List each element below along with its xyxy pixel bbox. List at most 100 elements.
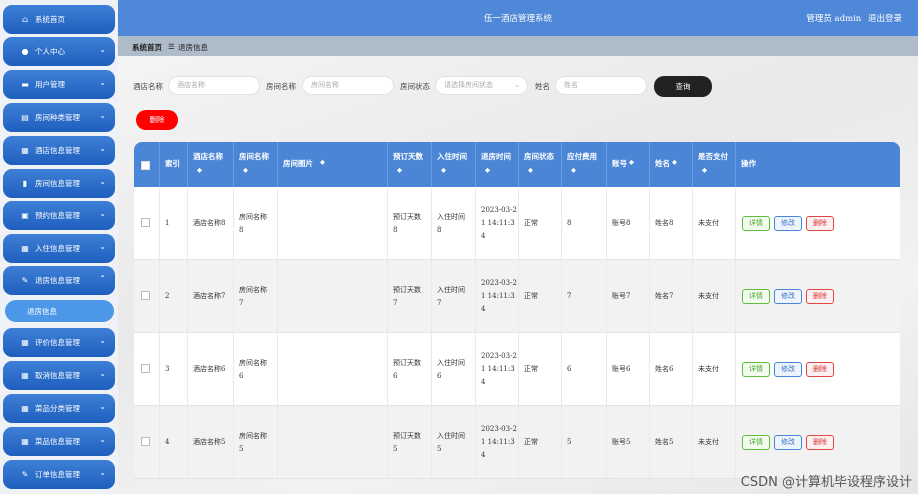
delete-button[interactable]: 删除 (136, 110, 178, 130)
status-label: 房间状态 (400, 82, 430, 91)
sidebar-item-label: 订单信息管理 (35, 470, 80, 479)
sidebar-item-reservations[interactable]: ▣ 预约信息管理 ⌄ (3, 201, 115, 230)
cell-hotel: 酒店名称5 (193, 438, 226, 446)
col-room[interactable]: 房间名称 ◆ (234, 142, 278, 187)
cell-days: 预订天数 (393, 286, 421, 294)
sidebar-item-checkout[interactable]: ✎ 退房信息管理 ⌃ (3, 266, 115, 295)
grid-icon: ▦ (21, 404, 29, 413)
cell-index: 3 (165, 365, 170, 373)
sidebar-item-cancellations[interactable]: ▦ 取消信息管理 ⌄ (3, 361, 115, 390)
cell-paid: 未支付 (698, 365, 719, 373)
name-input[interactable]: 姓名 (555, 76, 647, 95)
col-name[interactable]: 姓名 ◆ (650, 142, 693, 187)
cell-checkout: 2023-03-2 (481, 352, 517, 360)
sidebar-item-personal[interactable]: ● 个人中心 ⌄ (3, 37, 115, 66)
sidebar-item-dishes[interactable]: ▦ 菜品信息管理 ⌄ (3, 427, 115, 456)
cell-status: 正常 (524, 438, 538, 446)
table-row: 4 酒店名称5 房间名称 5 预订天数 5 入住时间 5 2023-03-2 1 14:… (134, 406, 900, 479)
sidebar-item-users[interactable]: ▬ 用户管理 ⌄ (3, 70, 115, 99)
cell-name: 姓名5 (655, 438, 674, 446)
col-paid[interactable]: 是否支付 ◆ (693, 142, 736, 187)
cell-days: 预订天数 (393, 213, 421, 221)
cell-checkin: 入住时间 (437, 432, 465, 440)
room-input[interactable]: 房间名称 (302, 76, 394, 95)
status-placeholder: 请选择房间状态 (444, 81, 493, 89)
edit-button[interactable]: 修改 (774, 216, 802, 231)
sidebar-item-hotels[interactable]: ▦ 酒店信息管理 ⌄ (3, 136, 115, 165)
edit-button[interactable]: 修改 (774, 435, 802, 450)
chevron-down-icon: ⌄ (99, 144, 106, 153)
room-label: 房间名称 (266, 82, 296, 91)
table-row: 2 酒店名称7 房间名称 7 预订天数 7 入住时间 7 2023-03-2 1 14:… (134, 260, 900, 333)
sidebar-item-label: 房间信息管理 (35, 179, 80, 188)
col-days[interactable]: 预订天数 ◆ (388, 142, 432, 187)
grid-icon: ▦ (21, 338, 29, 347)
delete-row-button[interactable]: 删除 (806, 289, 834, 304)
row-checkbox[interactable] (141, 218, 150, 227)
sort-icon: ◆ (441, 166, 446, 174)
cell-status: 正常 (524, 219, 538, 227)
col-fee[interactable]: 应付费用 ◆ (562, 142, 607, 187)
sidebar-item-room-types[interactable]: ▤ 房间种类管理 ⌄ (3, 103, 115, 132)
col-checkin[interactable]: 入住时间 ◆ (432, 142, 476, 187)
sidebar-item-reviews[interactable]: ▦ 评价信息管理 ⌄ (3, 328, 115, 357)
chevron-down-icon: ⌄ (99, 242, 106, 251)
sidebar-item-label: 用户管理 (35, 80, 65, 89)
row-checkbox[interactable] (141, 291, 150, 300)
edit-icon: ✎ (21, 470, 29, 479)
hotel-label: 酒店名称 (133, 82, 163, 91)
cell-fee: 5 (567, 438, 572, 446)
col-hotel[interactable]: 酒店名称 ◆ (188, 142, 234, 187)
sidebar-item-rooms[interactable]: ▮ 房间信息管理 ⌄ (3, 169, 115, 198)
sidebar-item-home[interactable]: ⌂ 系统首页 (3, 5, 115, 34)
hotel-input[interactable]: 酒店名称 (168, 76, 260, 95)
briefcase-icon: ▬ (21, 80, 29, 89)
col-room-image[interactable]: 房间图片 ◆ (278, 142, 388, 187)
delete-row-button[interactable]: 删除 (806, 216, 834, 231)
detail-button[interactable]: 详情 (742, 435, 770, 450)
col-status[interactable]: 房间状态 ◆ (519, 142, 562, 187)
cell-account: 账号6 (612, 365, 631, 373)
detail-button[interactable]: 详情 (742, 289, 770, 304)
name-label: 姓名 (535, 82, 550, 91)
sidebar-item-orders[interactable]: ✎ 订单信息管理 ⌄ (3, 460, 115, 489)
sort-icon: ◆ (485, 166, 490, 174)
cell-hotel: 酒店名称8 (193, 219, 226, 227)
col-checkout[interactable]: 退房时间 ◆ (476, 142, 519, 187)
delete-row-button[interactable]: 删除 (806, 435, 834, 450)
grid-icon: ▦ (21, 437, 29, 446)
sidebar-item-checkin[interactable]: ▦ 入住信息管理 ⌄ (3, 234, 115, 263)
logout-link[interactable]: 退出登录 (868, 14, 902, 24)
cell-fee: 8 (567, 219, 572, 227)
cell-status: 正常 (524, 365, 538, 373)
cell-name: 姓名8 (655, 219, 674, 227)
sidebar-item-dish-categories[interactable]: ▦ 菜品分类管理 ⌄ (3, 394, 115, 423)
col-account[interactable]: 账号 ◆ (607, 142, 650, 187)
detail-button[interactable]: 详情 (742, 362, 770, 377)
search-button[interactable]: 查询 (654, 76, 712, 97)
checkbox-icon (141, 161, 150, 170)
cell-index: 4 (165, 438, 170, 446)
select-all-checkbox[interactable] (134, 142, 160, 187)
delete-row-button[interactable]: 删除 (806, 362, 834, 377)
chevron-down-icon: ⌄ (99, 402, 106, 411)
person-icon: ● (21, 47, 29, 56)
detail-button[interactable]: 详情 (742, 216, 770, 231)
edit-button[interactable]: 修改 (774, 289, 802, 304)
chevron-down-icon: ⌄ (99, 369, 106, 378)
row-checkbox[interactable] (141, 437, 150, 446)
top-bar: 伍一酒店管理系统 管理员 admin 退出登录 (118, 0, 918, 36)
cell-room-image (278, 333, 388, 405)
chevron-down-icon: ⌄ (99, 45, 106, 54)
cell-room: 房间名称 (239, 213, 267, 221)
sidebar-subitem-checkout-info[interactable]: 退房信息 (5, 300, 114, 322)
sort-icon: ◆ (528, 166, 533, 174)
breadcrumb-home[interactable]: 系统首页 (132, 42, 162, 53)
edit-button[interactable]: 修改 (774, 362, 802, 377)
status-select[interactable]: 请选择房间状态 ⌄ (435, 76, 528, 95)
cell-checkout: 2023-03-2 (481, 206, 517, 214)
app-title: 伍一酒店管理系统 (483, 14, 552, 24)
grid-icon: ▦ (21, 371, 29, 380)
chart-icon: ▮ (22, 179, 28, 188)
row-checkbox[interactable] (141, 364, 150, 373)
